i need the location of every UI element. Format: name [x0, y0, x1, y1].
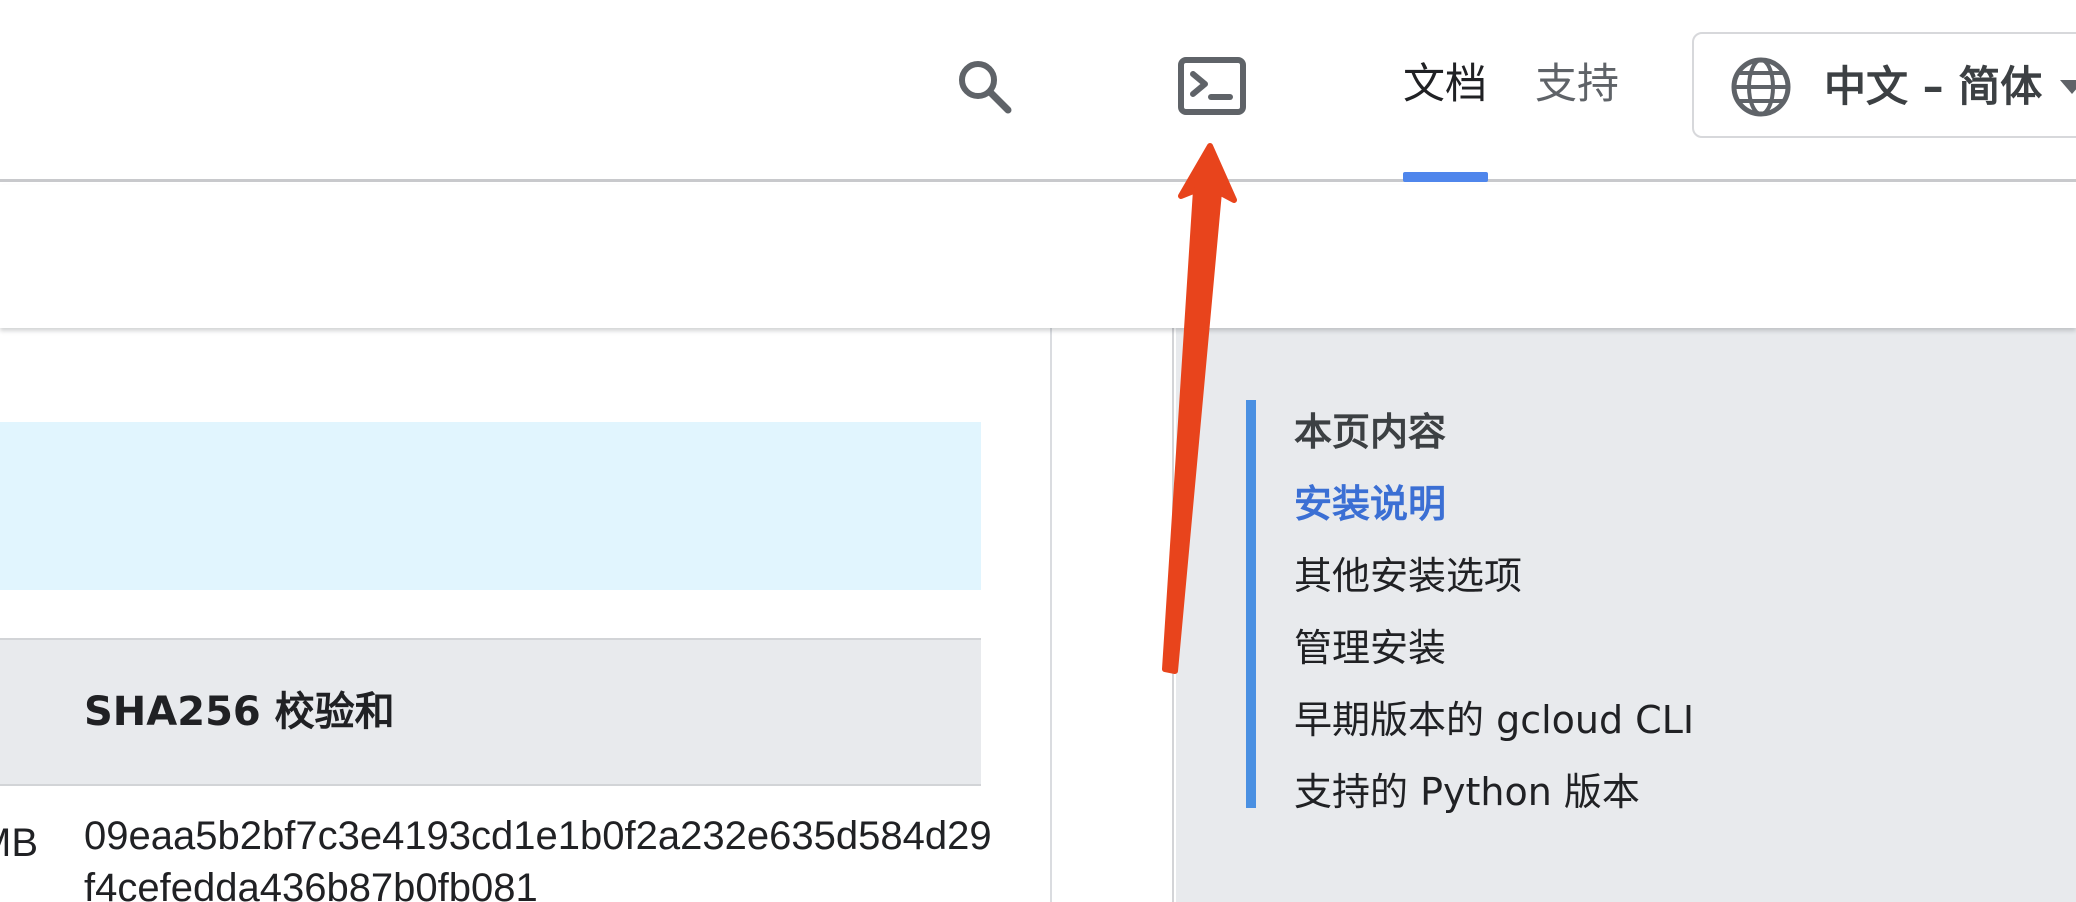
toc-item-supported-python[interactable]: 支持的 Python 版本 [1294, 756, 1640, 828]
table-cell-sha256: 09eaa5b2bf7c3e4193cd1e1b0f2a232e635d584d… [84, 814, 992, 902]
active-tab-indicator [1403, 172, 1488, 182]
toc-item-manage-install[interactable]: 管理安装 [1294, 612, 1446, 684]
column-header-sha256: SHA256 校验和 [84, 689, 395, 735]
toc-item-other-install-options[interactable]: 其他安装选项 [1294, 540, 1522, 612]
main-content: SHA256 校验和 MB 09eaa5b2bf7c3e4193cd1e1b0f… [0, 328, 1052, 902]
secondary-nav-bar [0, 185, 2076, 328]
top-header: 文档 支持 中文 – 简体 [0, 0, 2076, 182]
search-button[interactable] [948, 50, 1020, 122]
tab-docs[interactable]: 文档 [1403, 48, 1487, 120]
toc-item-earlier-gcloud-versions[interactable]: 早期版本的 gcloud CLI [1294, 684, 1694, 756]
table-cell-size: MB [0, 810, 40, 876]
info-callout [0, 422, 981, 590]
table-of-contents: 本页内容 安装说明 其他安装选项 管理安装 早期版本的 gcloud CLI 支… [1176, 328, 2076, 902]
content-gutter [1054, 328, 1174, 902]
page: 文档 支持 中文 – 简体 SHA256 校验和 MB 09eaa5b2bf7c… [0, 0, 2076, 902]
cloud-shell-terminal-icon [1178, 57, 1246, 115]
toc-title: 本页内容 [1294, 410, 1447, 454]
search-icon [959, 61, 1012, 114]
language-label: 中文 – 简体 [1824, 62, 2043, 111]
caret-down-icon [2060, 80, 2076, 94]
file-size-unit: MB [0, 821, 38, 865]
table-header: SHA256 校验和 [0, 638, 981, 786]
tab-support[interactable]: 支持 [1535, 48, 1619, 120]
activate-cloud-shell-button[interactable] [1174, 50, 1250, 122]
toc-indicator-bar [1246, 400, 1256, 808]
language-selector[interactable]: 中文 – 简体 [1692, 32, 2076, 138]
globe-icon [1731, 57, 1791, 117]
toc-item-install-instructions[interactable]: 安装说明 [1294, 468, 1446, 540]
